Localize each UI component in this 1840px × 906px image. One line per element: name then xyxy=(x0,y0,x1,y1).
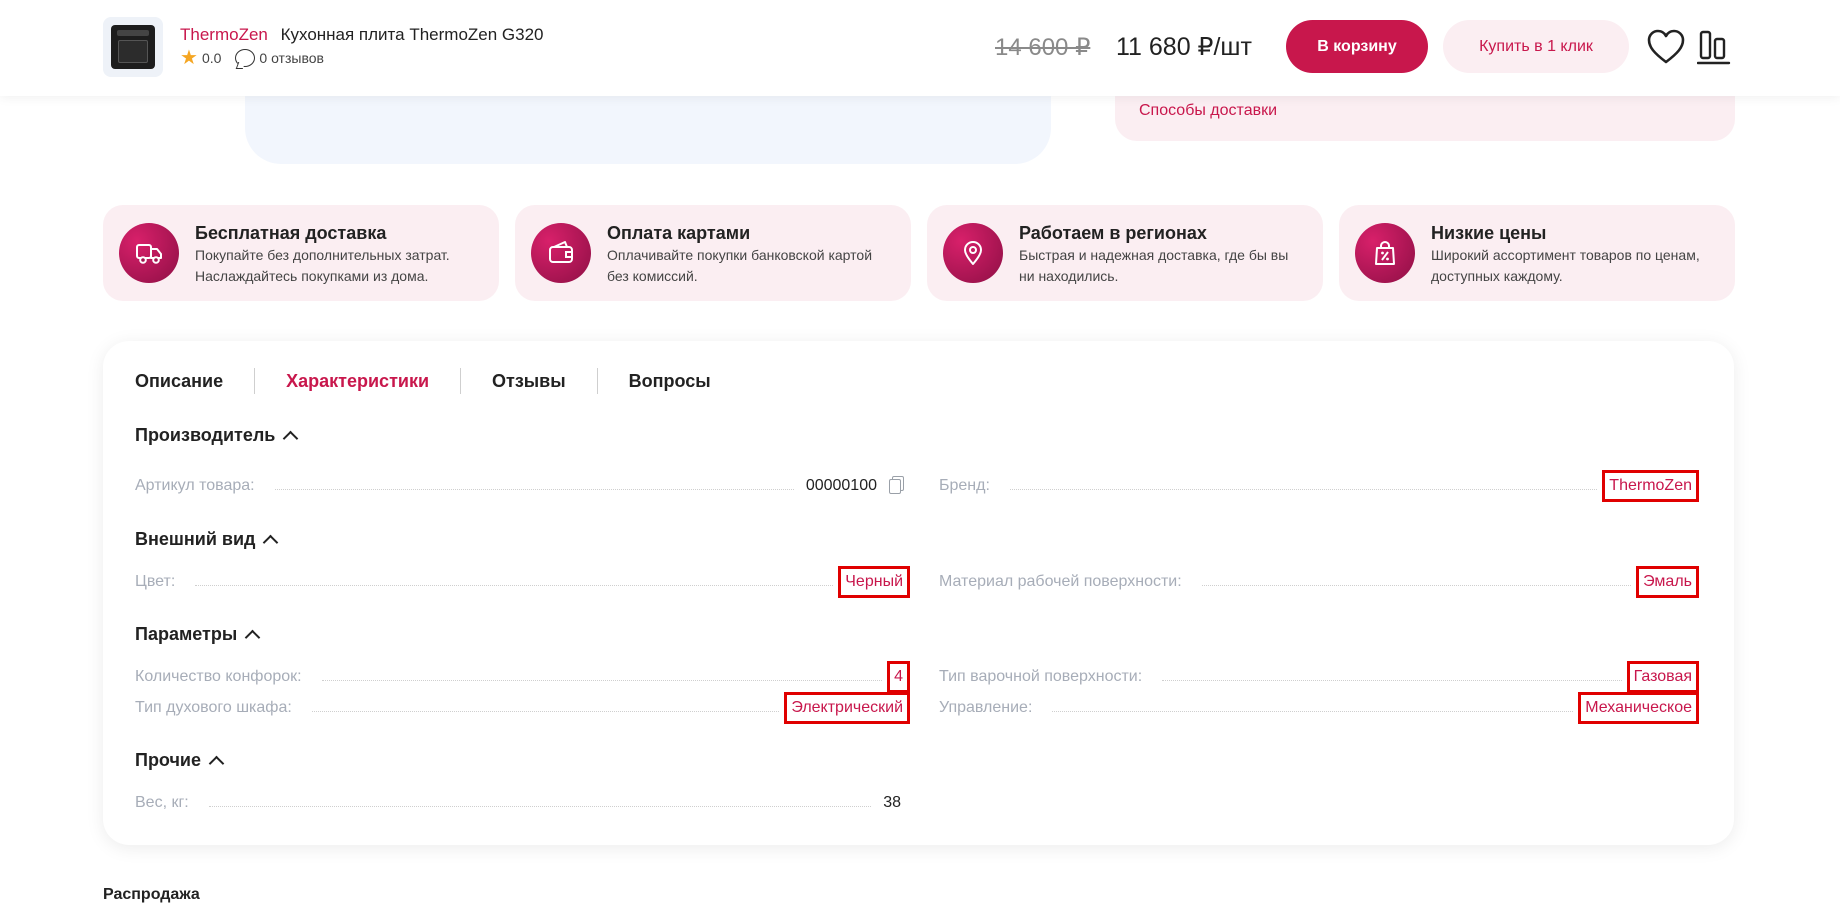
location-pin-icon xyxy=(943,223,1003,283)
star-icon: ★ xyxy=(180,47,198,69)
dotted-leader xyxy=(208,806,872,807)
spec-label: Цвет: xyxy=(135,573,176,590)
chevron-up-icon xyxy=(263,534,279,551)
wallet-icon xyxy=(531,223,591,283)
advantage-desc-line2: доступных каждому. xyxy=(1431,268,1563,284)
copy-icon[interactable] xyxy=(889,476,904,494)
current-price: 11 680 ₽/шт xyxy=(1116,33,1252,61)
sticky-product-bar: ThermoZen Кухонная плита ThermoZen G320 … xyxy=(0,0,1840,96)
buy-one-click-button[interactable]: Купить в 1 клик xyxy=(1443,20,1629,73)
compare-icon[interactable] xyxy=(1697,28,1731,66)
section-header-parameters[interactable]: Параметры xyxy=(135,624,261,646)
spec-label: Тип варочной поверхности: xyxy=(939,668,1143,685)
spec-label: Вес, кг: xyxy=(135,794,189,811)
dotted-leader xyxy=(1162,680,1622,681)
spec-label: Бренд: xyxy=(939,477,990,494)
dotted-leader xyxy=(321,680,883,681)
advantage-desc-line1: Оплачивайте покупки банковской картой xyxy=(607,247,873,263)
reviews-link[interactable]: 0 отзывов xyxy=(235,49,324,67)
chevron-up-icon xyxy=(244,629,261,646)
dotted-leader xyxy=(274,489,794,490)
dotted-leader xyxy=(1201,585,1632,586)
spec-value-link[interactable]: Эмаль xyxy=(1636,566,1699,598)
product-meta: ★ 0.0 0 отзывов xyxy=(180,48,324,68)
advantage-desc-line2: без комиссий. xyxy=(607,268,698,284)
advantage-title: Работаем в регионах xyxy=(1019,223,1207,243)
dotted-leader xyxy=(311,711,780,712)
spec-value-link[interactable]: Электрический xyxy=(784,692,910,724)
advantage-card-payment: Оплата картами Оплачивайте покупки банко… xyxy=(515,205,911,301)
spec-row-oven-type: Тип духового шкафа: Электрический xyxy=(135,692,910,724)
advantage-desc-line1: Широкий ассортимент товаров по ценам, xyxy=(1431,247,1700,263)
tab-questions[interactable]: Вопросы xyxy=(598,369,742,393)
product-brand[interactable]: ThermoZen xyxy=(180,25,268,44)
dotted-leader xyxy=(1052,711,1574,712)
spec-value-link[interactable]: Черный xyxy=(838,566,910,598)
advantage-desc-line1: Покупайте без дополнительных затрат. xyxy=(195,247,450,263)
product-name: Кухонная плита ThermoZen G320 xyxy=(280,25,544,44)
advantage-desc-line2: ни находились. xyxy=(1019,268,1119,284)
spec-label: Тип духового шкафа: xyxy=(135,699,292,716)
spec-row-brand: Бренд: ThermoZen xyxy=(939,470,1699,502)
discount-bag-icon xyxy=(1355,223,1415,283)
product-details-panel: Описание Характеристики Отзывы Вопросы П… xyxy=(103,341,1734,845)
advantage-card-delivery: Бесплатная доставка Покупайте без дополн… xyxy=(103,205,499,301)
spec-value: 38 xyxy=(883,794,901,811)
section-header-other[interactable]: Прочие xyxy=(135,750,225,772)
favorite-heart-icon[interactable] xyxy=(1646,28,1686,66)
spec-value-link[interactable]: ThermoZen xyxy=(1602,470,1699,502)
spec-label: Управление: xyxy=(939,699,1033,716)
spec-row-surface-material: Материал рабочей поверхности: Эмаль xyxy=(939,566,1699,598)
truck-icon xyxy=(119,223,179,283)
add-to-cart-button[interactable]: В корзину xyxy=(1286,20,1428,73)
advantage-card-prices: Низкие цены Широкий ассортимент товаров … xyxy=(1339,205,1735,301)
section-title: Производитель xyxy=(135,425,276,445)
spec-label: Количество конфорок: xyxy=(135,668,302,685)
section-title: Параметры xyxy=(135,624,238,644)
advantage-title: Оплата картами xyxy=(607,223,751,243)
spec-row-sku: Артикул товара: 00000100 xyxy=(135,473,904,495)
rating: ★ 0.0 xyxy=(180,48,221,68)
oven-image xyxy=(111,25,155,69)
product-tabs: Описание Характеристики Отзывы Вопросы xyxy=(135,368,742,394)
spec-label: Артикул товара: xyxy=(135,477,255,494)
spec-value-link[interactable]: Механическое xyxy=(1578,692,1699,724)
sale-section-title: Распродажа xyxy=(103,886,200,903)
reviews-count: 0 отзывов xyxy=(259,50,324,66)
spec-label: Материал рабочей поверхности: xyxy=(939,573,1182,590)
rating-value: 0.0 xyxy=(201,50,222,66)
spec-row-weight: Вес, кг: 38 xyxy=(135,790,901,812)
delivery-methods-link[interactable]: Способы доставки xyxy=(1139,102,1277,120)
tab-description[interactable]: Описание xyxy=(135,369,254,393)
spec-value: 00000100 xyxy=(805,477,877,494)
section-title: Внешний вид xyxy=(135,529,256,549)
chevron-up-icon xyxy=(208,755,225,772)
chevron-up-icon xyxy=(283,430,299,447)
advantage-desc-line1: Быстрая и надежная доставка, где бы вы xyxy=(1019,247,1289,263)
spec-row-hob-type: Тип варочной поверхности: Газовая xyxy=(939,661,1700,693)
old-price: 14 600 ₽ xyxy=(995,34,1091,61)
advantage-desc-line2: Наслаждайтесь покупками из дома. xyxy=(195,268,429,284)
section-title: Прочие xyxy=(135,750,202,770)
dotted-leader xyxy=(195,585,834,586)
advantage-title: Бесплатная доставка xyxy=(195,223,387,243)
spec-row-burners: Количество конфорок: 4 xyxy=(135,661,910,693)
advantage-title: Низкие цены xyxy=(1431,223,1547,243)
comment-icon xyxy=(235,49,256,67)
spec-row-color: Цвет: Черный xyxy=(135,566,910,598)
section-header-manufacturer[interactable]: Производитель xyxy=(135,425,299,447)
spec-value-link[interactable]: 4 xyxy=(887,661,910,693)
tab-reviews[interactable]: Отзывы xyxy=(461,369,597,393)
tab-characteristics[interactable]: Характеристики xyxy=(255,369,460,393)
spec-value-link[interactable]: Газовая xyxy=(1626,661,1700,693)
spec-row-control: Управление: Механическое xyxy=(939,692,1699,724)
dotted-leader xyxy=(1009,489,1598,490)
product-title: ThermoZen Кухонная плита ThermoZen G320 xyxy=(180,25,544,45)
product-thumbnail[interactable] xyxy=(103,17,163,77)
advantage-card-regions: Работаем в регионах Быстрая и надежная д… xyxy=(927,205,1323,301)
section-header-appearance[interactable]: Внешний вид xyxy=(135,529,279,551)
